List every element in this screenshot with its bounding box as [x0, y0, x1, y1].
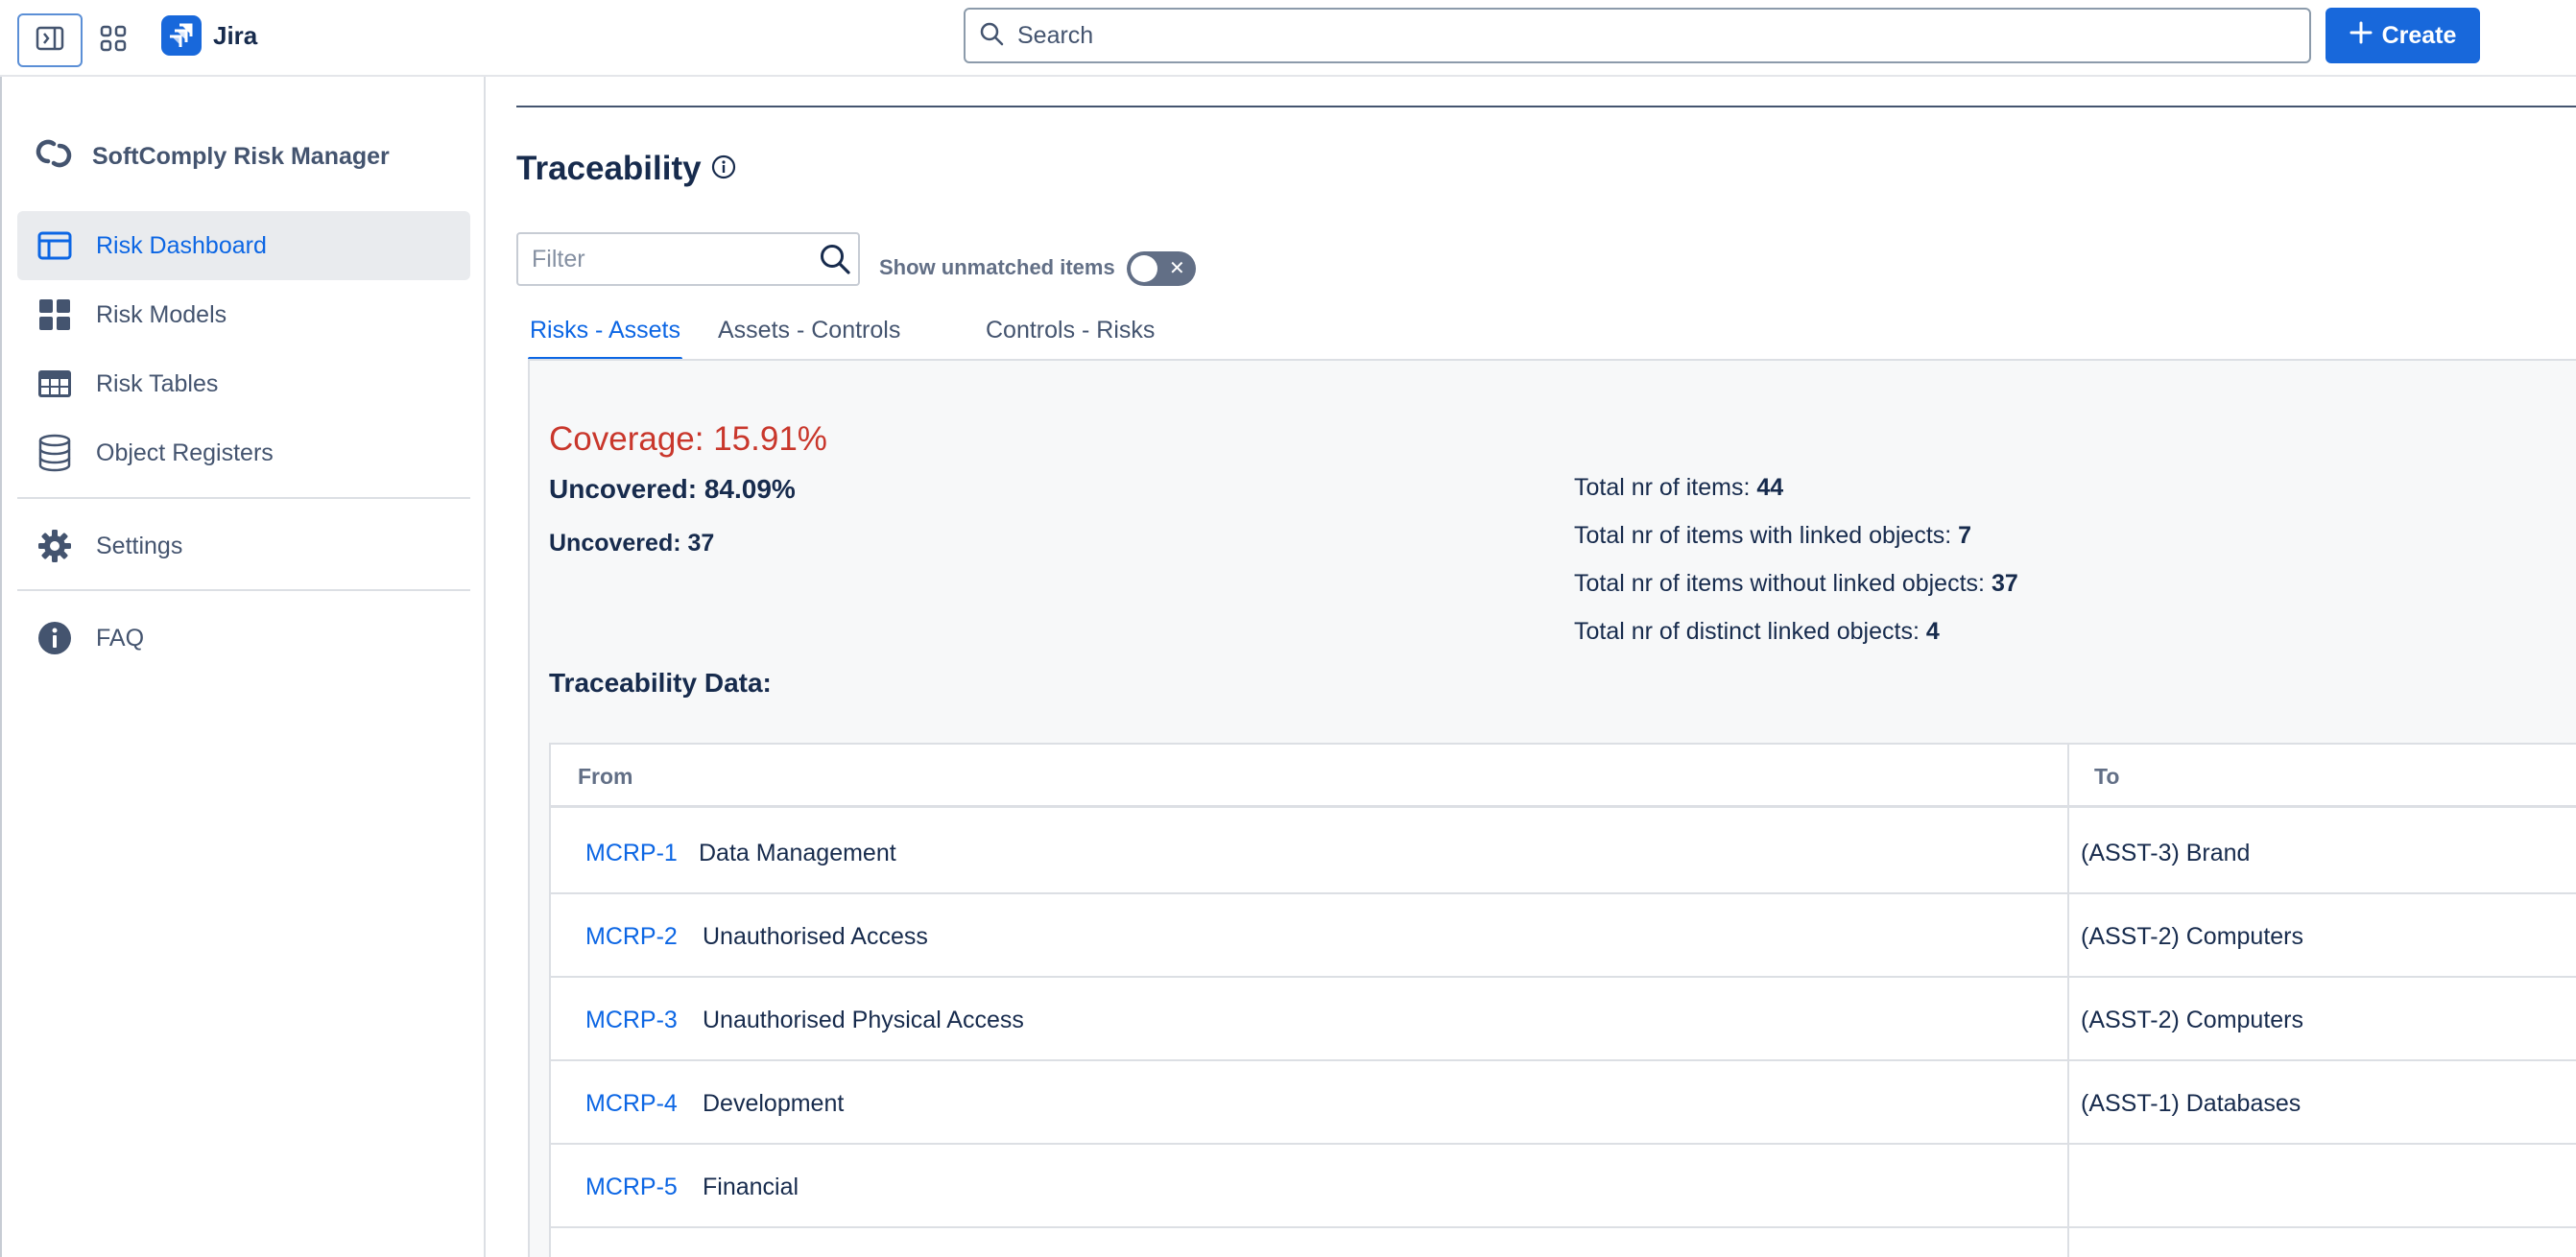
app-name: Jira [213, 20, 258, 50]
jira-home-link[interactable]: Jira [161, 15, 257, 56]
sidebar-item-label: Object Registers [96, 439, 274, 466]
issue-key-link[interactable]: MCRP-5 [585, 1174, 678, 1201]
sidebar-item-risk-dashboard[interactable]: Risk Dashboard [17, 211, 470, 280]
main-content: Traceability Show unmatched items ✕ Risk… [488, 77, 2576, 1257]
create-button[interactable]: Create [2326, 8, 2480, 63]
filter-field[interactable] [516, 232, 860, 286]
sidebar-item-risk-tables[interactable]: Risk Tables [17, 349, 470, 418]
sidebar-item-risk-models[interactable]: Risk Models [17, 280, 470, 349]
traceability-data-title: Traceability Data: [549, 668, 772, 698]
database-icon [36, 434, 73, 472]
tab-assets-controls[interactable]: Assets - Controls [718, 317, 900, 365]
filter-input[interactable] [530, 244, 808, 274]
global-search[interactable] [964, 8, 2311, 63]
header-divider [516, 106, 2576, 107]
stat-items-without-links: Total nr of items without linked objects… [1574, 570, 2018, 598]
issue-key-link[interactable]: MCRP-2 [585, 923, 678, 951]
page-title-text: Traceability [516, 150, 702, 187]
info-circle-icon[interactable] [711, 150, 736, 188]
sidebar: SoftComply Risk Manager Risk Dashboard R… [0, 77, 486, 1257]
stat-value: 7 [1958, 522, 1972, 549]
show-unmatched-toggle[interactable]: ✕ [1127, 251, 1196, 286]
stat-value: 4 [1925, 618, 1940, 645]
table-row: MCRP-1 Data Management (ASST-3) Brand [551, 811, 2576, 894]
tab-panel: Coverage: 15.91% Uncovered: 84.09% Uncov… [528, 361, 2576, 1257]
gear-icon [36, 528, 73, 564]
sidebar-item-label: FAQ [96, 624, 145, 652]
issue-summary: Unauthorised Access [703, 923, 928, 950]
traceability-table: From To MCRP-1 Data Management (ASST-3) … [549, 743, 2576, 1257]
tab-risks-assets[interactable]: Risks - Assets [528, 317, 682, 365]
stat-value: 37 [1991, 570, 2018, 597]
close-icon: ✕ [1169, 258, 1185, 279]
softcomply-logo-icon [33, 132, 75, 181]
search-icon [979, 21, 1004, 51]
linked-object: (ASST-3) Brand [2081, 840, 2251, 866]
issue-summary: Development [703, 1090, 845, 1117]
app-title: SoftComply Risk Manager [92, 143, 390, 170]
linked-object: (ASST-2) Computers [2081, 1007, 2304, 1033]
issue-summary: Financial [703, 1174, 799, 1200]
plus-icon [2349, 21, 2373, 51]
table-row: MCRP-5 Financial [551, 1145, 2576, 1228]
table-row: MCRP-2 Unauthorised Access (ASST-2) Comp… [551, 894, 2576, 978]
tab-controls-risks[interactable]: Controls - Risks [986, 317, 1155, 365]
top-navigation-bar: Jira Create [0, 0, 2576, 77]
linked-object: (ASST-2) Computers [2081, 923, 2304, 950]
sidebar-divider [17, 589, 470, 591]
dashboard-icon [36, 227, 73, 264]
issue-key-link[interactable]: MCRP-1 [585, 840, 678, 867]
stat-items-with-links: Total nr of items with linked objects: 7 [1574, 522, 1971, 550]
search-input[interactable] [1015, 20, 2263, 51]
toggle-sidebar-button[interactable] [17, 13, 83, 67]
create-label: Create [2381, 21, 2457, 49]
stat-label: Total nr of distinct linked objects: [1574, 618, 1926, 645]
show-unmatched-label: Show unmatched items [879, 255, 1115, 279]
apps-grid-icon [100, 25, 127, 57]
stat-label: Total nr of items with linked objects: [1574, 522, 1959, 549]
sidebar-item-label: Risk Models [96, 300, 227, 328]
info-icon [36, 620, 73, 656]
sidebar-item-faq[interactable]: FAQ [17, 604, 470, 673]
sidebar-panel-icon [36, 26, 64, 56]
sidebar-item-label: Settings [96, 532, 183, 559]
stat-label: Total nr of items without linked objects… [1574, 570, 1992, 597]
issue-key-link[interactable]: MCRP-4 [585, 1090, 678, 1118]
column-header-to[interactable]: To [2094, 764, 2119, 790]
linked-object: (ASST-1) Databases [2081, 1090, 2302, 1117]
table-icon [36, 366, 73, 402]
column-header-from[interactable]: From [578, 764, 633, 790]
search-icon[interactable] [816, 240, 854, 278]
stat-total-items: Total nr of items: 44 [1574, 474, 1783, 502]
table-row: MCRP-4 Development (ASST-1) Databases [551, 1061, 2576, 1145]
toggle-knob [1131, 255, 1157, 282]
stat-distinct-linked: Total nr of distinct linked objects: 4 [1574, 618, 1940, 646]
issue-key-link[interactable]: MCRP-3 [585, 1007, 678, 1034]
coverage-value: Coverage: 15.91% [549, 420, 827, 458]
issue-summary: Unauthorised Physical Access [703, 1007, 1024, 1033]
sidebar-item-label: Risk Tables [96, 369, 219, 397]
stat-value: 44 [1756, 474, 1784, 501]
sidebar-item-label: Risk Dashboard [96, 231, 267, 259]
uncovered-count: Uncovered: 37 [549, 530, 715, 557]
issue-summary: Data Management [699, 840, 896, 866]
sidebar-item-settings[interactable]: Settings [17, 511, 470, 581]
page-title: Traceability [516, 150, 736, 188]
table-row: MCRP-3 Unauthorised Physical Access (ASS… [551, 978, 2576, 1061]
app-header[interactable]: SoftComply Risk Manager [33, 132, 390, 181]
uncovered-percentage: Uncovered: 84.09% [549, 474, 796, 504]
sidebar-divider [17, 497, 470, 499]
stat-label: Total nr of items: [1574, 474, 1757, 501]
sidebar-item-object-registers[interactable]: Object Registers [17, 418, 470, 487]
app-switcher-button[interactable] [90, 13, 136, 67]
table-header: From To [551, 745, 2576, 808]
grid-icon [36, 296, 73, 333]
jira-logo-icon [161, 15, 202, 56]
